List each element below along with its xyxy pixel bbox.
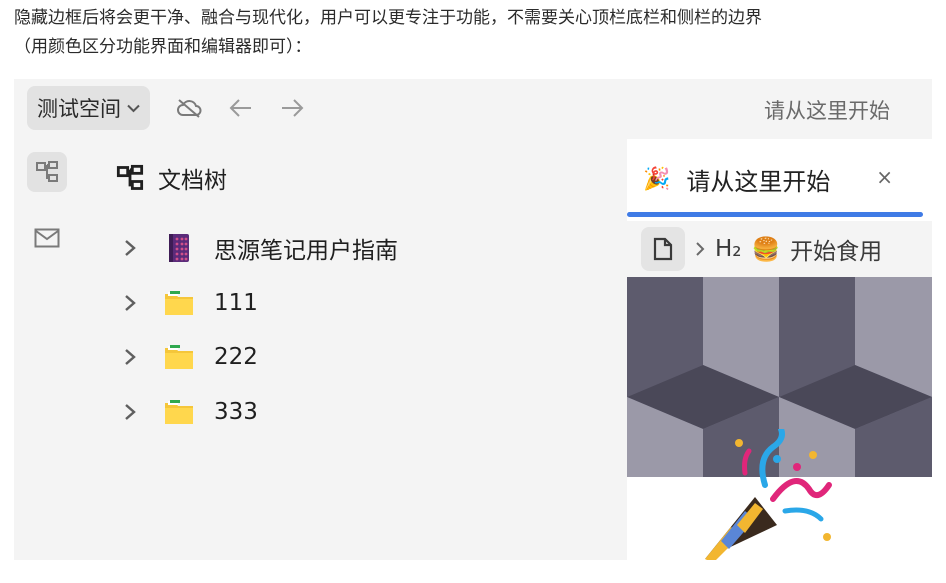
chevron-right-icon	[696, 242, 705, 256]
breadcrumb: H₂ 🍔 开始食用	[627, 221, 932, 277]
editor-panel: 🎉 请从这里开始 × H₂ 🍔 开始食用	[627, 139, 932, 560]
chevron-right-icon[interactable]	[124, 348, 142, 366]
breadcrumb-heading-label[interactable]: 开始食用	[790, 232, 882, 266]
folder-icon	[162, 340, 196, 374]
tree-item-333[interactable]: 333	[124, 392, 258, 432]
description-text: 隐藏边框后将会更干净、融合与现代化，用户可以更专注于功能，不需要关心顶栏底栏和侧…	[14, 4, 934, 62]
chevron-right-icon[interactable]	[124, 239, 142, 257]
app-window: 测试空间 请从这里开始 文档树 思源笔记用户指南 111 222 333 🎉 请…	[14, 79, 932, 560]
tree-item-label: 思源笔记用户指南	[214, 238, 398, 264]
folder-icon	[162, 286, 196, 320]
tree-item-111[interactable]: 111	[124, 283, 258, 323]
tree-item-label: 333	[214, 399, 258, 425]
chevron-down-icon	[127, 104, 140, 112]
description-line-1: 隐藏边框后将会更干净、融合与现代化，用户可以更专注于功能，不需要关心顶栏底栏和侧…	[14, 8, 762, 28]
tree-item-222[interactable]: 222	[124, 337, 258, 377]
heading-level-icon[interactable]: H₂	[715, 236, 742, 262]
tab-title: 请从这里开始	[686, 167, 831, 196]
cloud-off-icon[interactable]	[172, 91, 206, 125]
hamburger-emoji-icon: 🍔	[751, 236, 781, 263]
dock-filetree-button[interactable]	[27, 152, 67, 192]
party-popper-icon: 🎉	[643, 166, 671, 192]
tree-item-label: 111	[214, 290, 258, 316]
chevron-right-icon[interactable]	[124, 403, 142, 421]
tree-item-notebook[interactable]: 思源笔记用户指南	[124, 228, 398, 268]
topbar-title[interactable]: 请从这里开始	[764, 95, 890, 125]
tree-item-label: 222	[214, 344, 258, 370]
chevron-right-icon[interactable]	[124, 294, 142, 312]
workspace-label: 测试空间	[37, 97, 121, 121]
tab-start-here[interactable]: 🎉 请从这里开始 ×	[627, 139, 923, 219]
dock-inbox-button[interactable]	[27, 218, 67, 258]
active-tab-indicator	[627, 212, 923, 217]
workspace-button[interactable]: 测试空间	[27, 86, 150, 130]
tree-icon	[36, 161, 58, 182]
document-icon[interactable]	[641, 227, 685, 271]
mail-icon	[34, 228, 60, 248]
notebook-icon	[162, 231, 196, 265]
filetree-header: 文档树	[116, 161, 227, 195]
forward-arrow-icon[interactable]	[275, 91, 309, 125]
folder-icon	[162, 395, 196, 429]
party-popper-icon	[705, 429, 832, 560]
tree-icon	[116, 164, 144, 190]
close-icon[interactable]: ×	[876, 165, 893, 189]
filetree-title: 文档树	[158, 168, 227, 194]
description-line-2: （用颜色区分功能界面和编辑器即可）：	[14, 37, 312, 57]
back-arrow-icon[interactable]	[224, 91, 258, 125]
